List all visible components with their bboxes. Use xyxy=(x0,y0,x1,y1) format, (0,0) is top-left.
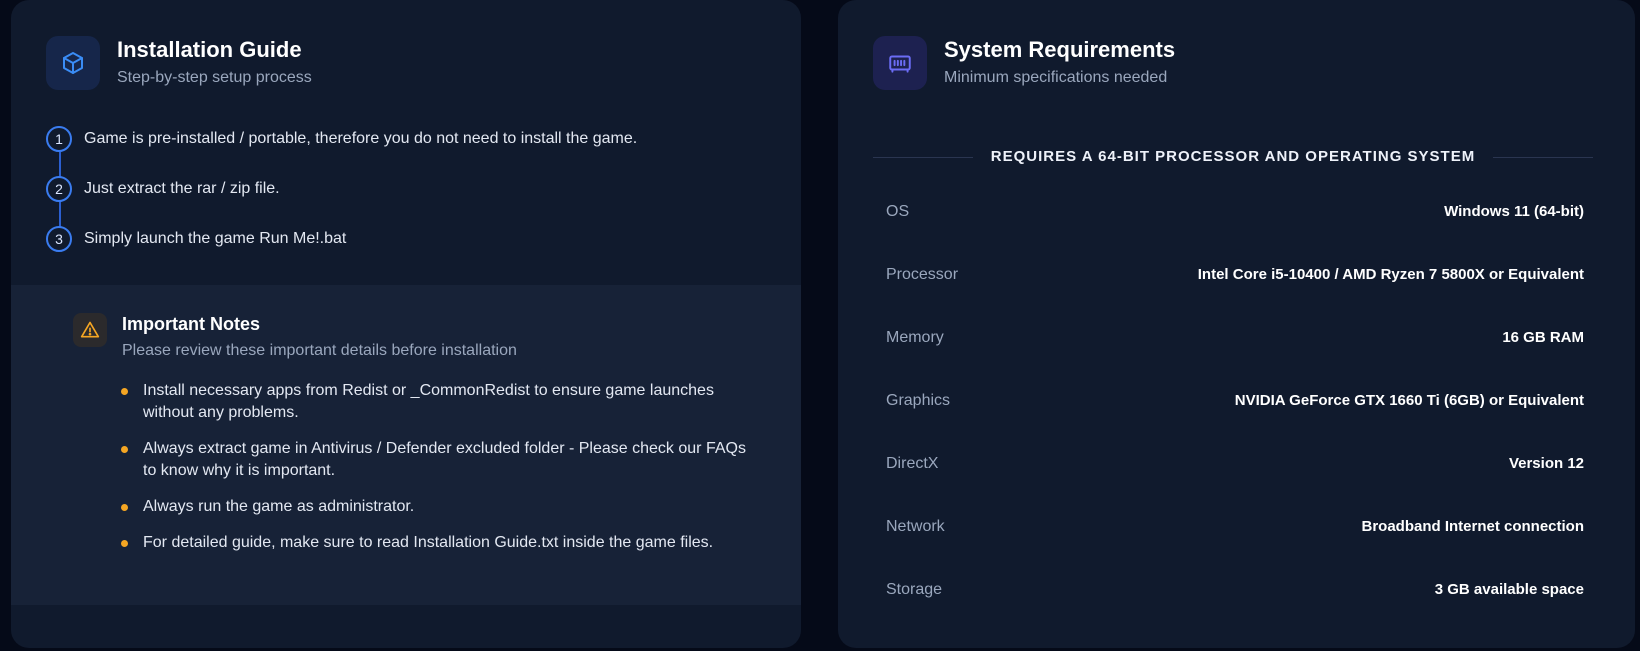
bullet-dot xyxy=(121,446,128,453)
spec-row-memory: Memory 16 GB RAM xyxy=(886,306,1584,369)
step-text: Simply launch the game Run Me!.bat xyxy=(84,230,347,247)
installation-guide-subtitle: Step-by-step setup process xyxy=(117,69,312,86)
spec-label: Memory xyxy=(886,328,944,346)
spec-label: Processor xyxy=(886,265,959,283)
warning-icon xyxy=(73,313,107,347)
important-notes-list: Install necessary apps from Redist or _C… xyxy=(121,380,751,568)
note-item: Always extract game in Antivirus / Defen… xyxy=(121,438,751,482)
spec-label: Storage xyxy=(886,580,943,598)
important-notes-subtitle: Please review these important details be… xyxy=(122,342,517,359)
step-number: 2 xyxy=(46,176,72,202)
spec-row-os: OS Windows 11 (64-bit) xyxy=(886,180,1584,243)
chip-icon xyxy=(873,36,927,90)
spec-row-processor: Processor Intel Core i5-10400 / AMD Ryze… xyxy=(886,243,1584,306)
note-text: Install necessary apps from Redist or _C… xyxy=(143,382,714,421)
spec-row-graphics: Graphics NVIDIA GeForce GTX 1660 Ti (6GB… xyxy=(886,369,1584,432)
installation-guide-panel: Installation Guide Step-by-step setup pr… xyxy=(11,0,801,648)
spec-label: OS xyxy=(886,202,910,220)
bullet-dot xyxy=(121,388,128,395)
spec-label: DirectX xyxy=(886,454,939,472)
spec-row-network: Network Broadband Internet connection xyxy=(886,495,1584,558)
step-item: 3 Simply launch the game Run Me!.bat xyxy=(46,226,766,276)
bullet-dot xyxy=(121,504,128,511)
spec-value: NVIDIA GeForce GTX 1660 Ti (6GB) or Equi… xyxy=(1234,392,1584,409)
requirements-banner-text: REQUIRES A 64-BIT PROCESSOR AND OPERATIN… xyxy=(990,148,1476,165)
step-text: Game is pre-installed / portable, theref… xyxy=(84,130,638,147)
important-notes-header: Important Notes Please review these impo… xyxy=(73,313,517,361)
note-text: Always run the game as administrator. xyxy=(143,498,415,515)
spec-value: 16 GB RAM xyxy=(1502,329,1584,346)
installation-steps: 1 Game is pre-installed / portable, ther… xyxy=(46,126,766,276)
important-notes-title: Important Notes xyxy=(122,314,261,334)
system-requirements-header: System Requirements Minimum specificatio… xyxy=(873,36,1175,92)
spec-row-storage: Storage 3 GB available space xyxy=(886,558,1584,621)
spec-value: Broadband Internet connection xyxy=(1361,518,1584,535)
spec-value: 3 GB available space xyxy=(1434,581,1584,598)
system-requirements-subtitle: Minimum specifications needed xyxy=(944,69,1168,86)
divider-line-right xyxy=(1493,157,1593,158)
step-number: 3 xyxy=(46,226,72,252)
note-item: For detailed guide, make sure to read In… xyxy=(121,532,751,554)
step-item: 2 Just extract the rar / zip file. xyxy=(46,176,766,226)
step-item: 1 Game is pre-installed / portable, ther… xyxy=(46,126,766,176)
spec-label: Network xyxy=(886,517,945,535)
spec-label: Graphics xyxy=(886,391,951,409)
system-requirements-title: System Requirements xyxy=(944,37,1176,62)
spec-value: Version 12 xyxy=(1508,455,1584,472)
bullet-dot xyxy=(121,540,128,547)
spec-row-directx: DirectX Version 12 xyxy=(886,432,1584,495)
system-requirements-panel: System Requirements Minimum specificatio… xyxy=(838,0,1635,648)
important-notes-section: Important Notes Please review these impo… xyxy=(11,285,801,605)
cube-icon xyxy=(46,36,100,90)
spec-value: Windows 11 (64-bit) xyxy=(1444,203,1584,220)
note-text: For detailed guide, make sure to read In… xyxy=(143,534,714,551)
spec-table: OS Windows 11 (64-bit) Processor Intel C… xyxy=(886,180,1584,621)
note-item: Install necessary apps from Redist or _C… xyxy=(121,380,751,424)
note-text: Always extract game in Antivirus / Defen… xyxy=(143,440,746,479)
step-text: Just extract the rar / zip file. xyxy=(84,180,280,197)
installation-guide-header: Installation Guide Step-by-step setup pr… xyxy=(46,36,312,92)
requirements-banner: REQUIRES A 64-BIT PROCESSOR AND OPERATIN… xyxy=(873,145,1593,169)
installation-guide-title: Installation Guide xyxy=(117,37,302,62)
note-item: Always run the game as administrator. xyxy=(121,496,751,518)
spec-value: Intel Core i5-10400 / AMD Ryzen 7 5800X … xyxy=(1197,266,1584,283)
step-number: 1 xyxy=(46,126,72,152)
